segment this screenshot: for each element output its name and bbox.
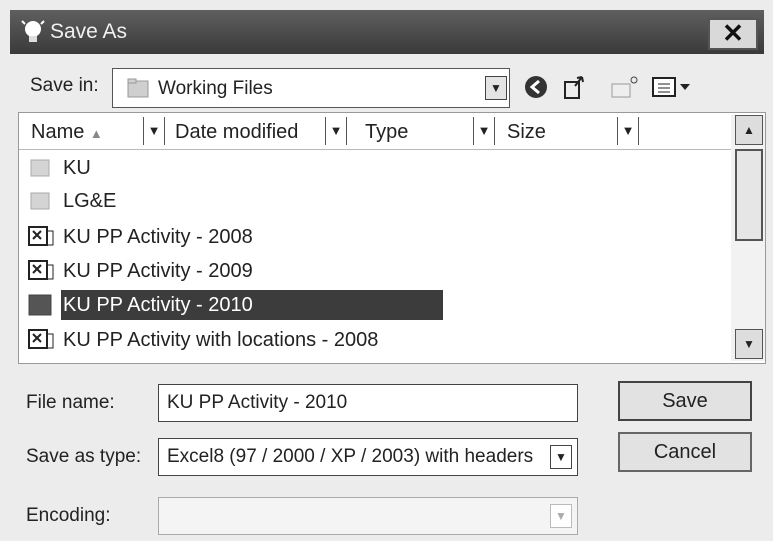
scroll-up-icon[interactable]: ▲ xyxy=(735,115,763,145)
column-header-type[interactable]: Type xyxy=(365,115,408,149)
save-as-type-value: Excel8 (97 / 2000 / XP / 2003) with head… xyxy=(167,446,534,467)
folder-icon xyxy=(127,78,149,98)
window-title: Save As xyxy=(50,20,128,43)
folder-icon xyxy=(30,192,50,210)
column-filter-size[interactable]: ▼ xyxy=(617,117,639,145)
file-list[interactable]: Name ▲ ▼ Date modified ▼ Type ▼ Size ▼ K… xyxy=(18,112,766,364)
cancel-button[interactable]: Cancel xyxy=(618,432,752,472)
encoding-dropdown[interactable] xyxy=(158,497,578,535)
chevron-down-icon[interactable]: ▼ xyxy=(550,445,572,469)
vertical-scrollbar[interactable]: ▲ ▼ xyxy=(731,115,765,361)
close-button[interactable]: ✕ xyxy=(708,18,758,50)
column-filter-name[interactable]: ▼ xyxy=(143,117,165,145)
folder-icon xyxy=(30,159,50,177)
excel-file-icon xyxy=(28,329,54,349)
column-header-size[interactable]: Size xyxy=(507,115,546,149)
file-name-label: File name: xyxy=(26,392,115,413)
save-in-dropdown[interactable]: Working Files ▼ xyxy=(112,68,510,108)
new-folder-icon[interactable] xyxy=(608,72,640,102)
chevron-down-icon[interactable]: ▼ xyxy=(485,76,507,100)
save-in-value: Working Files xyxy=(158,78,273,99)
column-filter-date[interactable]: ▼ xyxy=(325,117,347,145)
file-name-input[interactable]: KU PP Activity - 2010 xyxy=(158,384,578,422)
title-bar: Save As xyxy=(10,10,764,54)
save-as-type-label: Save as type: xyxy=(26,446,142,467)
scroll-thumb[interactable] xyxy=(735,149,763,241)
column-header-name[interactable]: Name ▲ xyxy=(31,115,103,149)
save-as-dialog: Save As ✕ Save in: Working Files ▼ Name … xyxy=(0,0,773,541)
scroll-down-icon[interactable]: ▼ xyxy=(735,329,763,359)
excel-file-icon xyxy=(28,260,54,280)
encoding-label: Encoding: xyxy=(26,505,111,526)
save-as-type-dropdown[interactable]: Excel8 (97 / 2000 / XP / 2003) with head… xyxy=(158,438,578,476)
header-divider xyxy=(19,149,731,150)
view-menu-icon[interactable] xyxy=(650,72,696,102)
chevron-down-icon[interactable]: ▼ xyxy=(550,504,572,528)
save-button[interactable]: Save xyxy=(618,381,752,421)
excel-file-icon xyxy=(28,226,54,246)
back-icon[interactable] xyxy=(522,72,550,102)
lightbulb-icon xyxy=(21,20,45,42)
up-folder-icon[interactable] xyxy=(560,72,590,102)
save-in-label: Save in: xyxy=(30,75,99,96)
excel-file-icon xyxy=(28,294,52,316)
close-icon: ✕ xyxy=(722,18,744,48)
column-filter-type[interactable]: ▼ xyxy=(473,117,495,145)
column-header-date-modified[interactable]: Date modified xyxy=(175,115,298,149)
